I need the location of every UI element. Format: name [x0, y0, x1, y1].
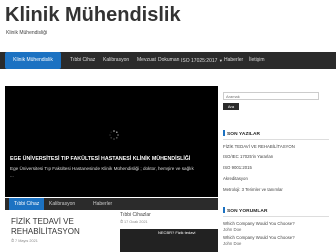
- main-navigation: Klinik Mühendislik Tıbbi Cihaz Kalibrasy…: [0, 52, 336, 69]
- recent-post-link[interactable]: ISO/IEC 17025'in Yararları: [223, 154, 273, 159]
- post-category[interactable]: Tıbbi Cihazlar: [120, 212, 151, 218]
- post-date-text: 7 Mayıs 2021: [15, 239, 38, 243]
- post-date: ⏱ 7 Mayıs 2021: [11, 239, 38, 243]
- nav-item-klinik-muhendislik[interactable]: Klinik Mühendislik: [5, 52, 61, 69]
- slide-excerpt-more: ...: [10, 173, 14, 178]
- recent-posts-title: SON YAZILAR: [227, 132, 261, 137]
- loading-spinner-icon: [109, 130, 119, 140]
- tab-kalibrasyon[interactable]: Kalibrasyon: [49, 198, 75, 210]
- nav-item-mevzuat[interactable]: Mevzuat: [137, 52, 156, 69]
- post-thumbnail[interactable]: NECBR? Fizik tedavi: [120, 229, 218, 252]
- nav-item-dokuman[interactable]: Dokuman: [158, 52, 179, 69]
- recent-comments-heading: SON YORUMLAR: [223, 207, 329, 217]
- recent-posts-heading: SON YAZILAR: [223, 130, 329, 140]
- search-button[interactable]: Ara: [223, 103, 239, 110]
- nav-item-iso-label: ISO 17025:2017: [181, 58, 218, 64]
- nav-item-kalibrasyon[interactable]: Kalibrasyon: [103, 52, 129, 69]
- recent-post-link[interactable]: Akreditasyon: [223, 176, 248, 181]
- post-date-text-2: 17 Ocak 2021: [124, 220, 148, 224]
- comment-link[interactable]: Which Company Would You Choose?: [223, 221, 295, 226]
- recent-post-link[interactable]: ISO 9001:2015: [223, 165, 252, 170]
- category-tabs: Tıbbi Cihaz Kalibrasyon Haberler: [5, 198, 218, 210]
- search-input[interactable]: [223, 92, 319, 100]
- comment-link[interactable]: Which Company Would You Choose?: [223, 235, 295, 240]
- nav-item-tibbi-cihaz[interactable]: Tıbbi Cihaz: [70, 52, 95, 69]
- chevron-down-icon: ▼: [218, 58, 223, 63]
- post-title[interactable]: FİZİK TEDAVİ VE REHABİLİTASYON: [11, 217, 101, 237]
- site-title[interactable]: Klinik Mühendislik: [5, 4, 181, 27]
- post-date-2: ⏱ 17 Ocak 2021: [120, 220, 148, 224]
- clock-icon: ⏱: [11, 239, 14, 243]
- slide-title[interactable]: EGE ÜNİVERSİTESİ TIP FAKÜLTESİ HASTANESİ…: [10, 156, 190, 162]
- recent-comments-title: SON YORUMLAR: [227, 209, 268, 214]
- site-header: Klinik Mühendislik Klinik Mühendisliği: [0, 0, 336, 50]
- comment-author[interactable]: John Doe: [223, 241, 241, 246]
- site-tagline: Klinik Mühendisliği: [6, 30, 48, 36]
- comment-author[interactable]: John Doe: [223, 227, 241, 232]
- tab-haberler[interactable]: Haberler: [93, 198, 112, 210]
- post-thumbnail-caption: NECBR? Fizik tedavi: [158, 230, 196, 235]
- nav-item-haberler[interactable]: Haberler: [224, 52, 243, 69]
- slide-excerpt: Ege Üniversitesi Tıp Fakültesi Hastanesi…: [10, 166, 194, 171]
- clock-icon: ⏱: [120, 220, 123, 224]
- nav-item-iletisim[interactable]: İletişim: [249, 52, 265, 69]
- tab-tibbi-cihaz[interactable]: Tıbbi Cihaz: [9, 198, 45, 210]
- recent-post-link[interactable]: FİZİK TEDAVİ VE REHABİLİTASYON: [223, 144, 295, 149]
- nav-item-iso-17025[interactable]: ISO 17025:2017 ▼: [181, 52, 223, 69]
- accent-bar: [223, 207, 225, 213]
- recent-post-link[interactable]: Metroloji: 3 Terimler ve tanımlar: [223, 187, 283, 192]
- accent-bar: [223, 130, 225, 136]
- featured-slider[interactable]: EGE ÜNİVERSİTESİ TIP FAKÜLTESİ HASTANESİ…: [5, 86, 218, 197]
